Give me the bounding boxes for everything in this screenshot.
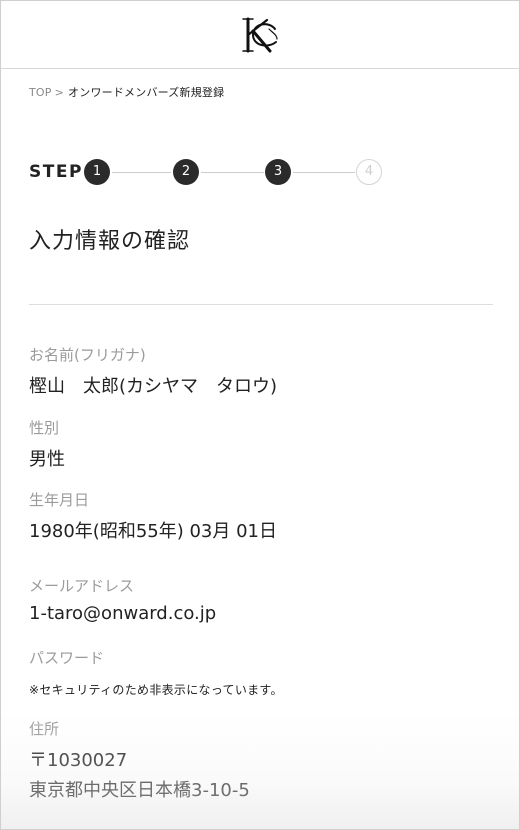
brand-logo-icon[interactable] <box>239 15 281 55</box>
step-connector <box>112 172 171 173</box>
email-label: メールアドレス <box>29 577 135 595</box>
site-header <box>1 1 519 69</box>
birthday-label: 生年月日 <box>29 491 90 509</box>
birthday-value: 1980年(昭和55年) 03月 01日 <box>29 521 278 542</box>
step-connector <box>293 172 355 173</box>
password-value: ※セキュリティのため非表示になっています。 <box>29 683 283 697</box>
section-divider <box>29 304 493 305</box>
gender-label: 性別 <box>29 419 60 437</box>
step-1: 1 <box>84 159 110 185</box>
step-connector <box>201 172 264 173</box>
password-label: パスワード <box>29 649 105 667</box>
step-label: STEP <box>29 162 83 182</box>
step-2: 2 <box>173 159 199 185</box>
address-label: 住所 <box>29 720 60 738</box>
step-4: 4 <box>356 159 382 185</box>
name-value: 樫山 太郎(カシヤマ タロウ) <box>29 376 278 397</box>
name-label: お名前(フリガナ) <box>29 346 146 364</box>
step-3: 3 <box>265 159 291 185</box>
gender-value: 男性 <box>29 449 65 470</box>
breadcrumb-separator: > <box>54 86 65 99</box>
address-line: 東京都中央区日本橋3-10-5 <box>29 780 250 801</box>
email-value: 1-taro@onward.co.jp <box>29 603 217 624</box>
breadcrumb: TOP > オンワードメンバーズ新規登録 <box>29 84 224 100</box>
breadcrumb-top-link[interactable]: TOP <box>29 86 52 99</box>
breadcrumb-current: オンワードメンバーズ新規登録 <box>68 86 225 99</box>
step-indicator: STEP 1 2 3 4 <box>29 159 389 187</box>
page-title: 入力情報の確認 <box>29 229 191 254</box>
address-postal: 〒1030027 <box>29 750 128 771</box>
page-frame: TOP > オンワードメンバーズ新規登録 STEP 1 2 3 4 入力情報の確認 … <box>0 0 520 830</box>
